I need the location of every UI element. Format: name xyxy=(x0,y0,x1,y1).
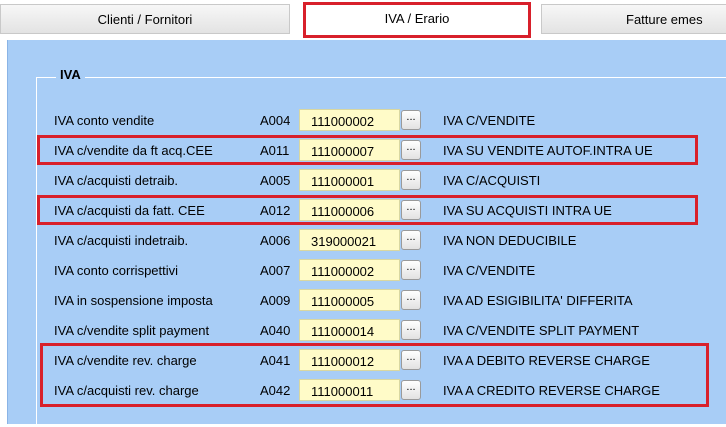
row-description: IVA NON DEDUCIBILE xyxy=(443,233,577,248)
account-field[interactable]: 111000001 xyxy=(299,169,400,191)
row-code: A041 xyxy=(260,353,291,368)
row-iva-acquisti-indetraib: IVA c/acquisti indetraib. A006 319000021… xyxy=(8,229,726,253)
row-iva-split-payment: IVA c/vendite split payment A040 1110000… xyxy=(8,319,726,343)
row-code: A011 xyxy=(260,143,290,158)
tab-clienti-fornitori[interactable]: Clienti / Fornitori xyxy=(0,4,290,34)
row-iva-conto-vendite: IVA conto vendite A004 111000002 ... IVA… xyxy=(8,109,726,133)
row-label: IVA in sospensione imposta xyxy=(54,293,213,308)
row-code: A042 xyxy=(260,383,291,398)
row-code: A012 xyxy=(260,203,291,218)
row-description: IVA C/VENDITE SPLIT PAYMENT xyxy=(443,323,640,338)
row-label: IVA c/vendite rev. charge xyxy=(54,353,197,368)
browse-button[interactable]: ... xyxy=(401,350,421,370)
tab-bar: Clienti / Fornitori IVA / Erario Fatture… xyxy=(0,0,726,40)
row-iva-sospensione-imposta: IVA in sospensione imposta A009 11100000… xyxy=(8,289,726,313)
group-title: IVA xyxy=(56,67,85,82)
row-code: A005 xyxy=(260,173,291,188)
row-description: IVA C/ACQUISTI xyxy=(443,173,541,188)
account-field[interactable]: 111000012 xyxy=(299,349,400,371)
browse-button[interactable]: ... xyxy=(401,140,421,160)
account-field[interactable]: 111000002 xyxy=(299,259,400,281)
row-description: IVA C/VENDITE xyxy=(443,113,536,128)
row-code: A006 xyxy=(260,233,291,248)
row-code: A007 xyxy=(260,263,291,278)
account-field[interactable]: 111000007 xyxy=(299,139,400,161)
browse-button[interactable]: ... xyxy=(401,230,421,250)
browse-button[interactable]: ... xyxy=(401,380,421,400)
row-iva-acquisti-fatt-cee: IVA c/acquisti da fatt. CEE A012 1110000… xyxy=(8,199,726,223)
row-description: IVA A DEBITO REVERSE CHARGE xyxy=(443,353,650,368)
row-description: IVA SU VENDITE AUTOF.INTRA UE xyxy=(443,143,653,158)
row-label: IVA c/acquisti rev. charge xyxy=(54,383,199,398)
row-label: IVA c/acquisti indetraib. xyxy=(54,233,189,248)
browse-button[interactable]: ... xyxy=(401,320,421,340)
tab-fatture-emesse[interactable]: Fatture emes xyxy=(541,4,726,34)
row-iva-conto-corrispettivi: IVA conto corrispettivi A007 111000002 .… xyxy=(8,259,726,283)
row-label: IVA c/acquisti da fatt. CEE xyxy=(54,203,205,218)
row-label: IVA conto vendite xyxy=(54,113,155,128)
row-code: A009 xyxy=(260,293,291,308)
row-label: IVA conto corrispettivi xyxy=(54,263,179,278)
row-label: IVA c/vendite split payment xyxy=(54,323,210,338)
browse-button[interactable]: ... xyxy=(401,260,421,280)
browse-button[interactable]: ... xyxy=(401,290,421,310)
account-field[interactable]: 111000005 xyxy=(299,289,400,311)
tab-iva-erario[interactable]: IVA / Erario xyxy=(303,2,531,38)
account-field[interactable]: 111000011 xyxy=(299,379,400,401)
row-iva-acquisti-rev-charge: IVA c/acquisti rev. charge A042 11100001… xyxy=(8,379,726,403)
account-field[interactable]: 111000006 xyxy=(299,199,400,221)
browse-button[interactable]: ... xyxy=(401,200,421,220)
row-code: A004 xyxy=(260,113,291,128)
row-iva-vendite-rev-charge: IVA c/vendite rev. charge A041 111000012… xyxy=(8,349,726,373)
iva-panel: IVA IVA conto vendite A004 111000002 ...… xyxy=(7,40,726,427)
browse-button[interactable]: ... xyxy=(401,110,421,130)
account-field[interactable]: 111000014 xyxy=(299,319,400,341)
row-iva-vendite-ft-acq-cee: IVA c/vendite da ft acq.CEE A011 1110000… xyxy=(8,139,726,163)
row-description: IVA SU ACQUISTI INTRA UE xyxy=(443,203,612,218)
account-field[interactable]: 319000021 xyxy=(299,229,400,251)
row-description: IVA A CREDITO REVERSE CHARGE xyxy=(443,383,660,398)
row-iva-acquisti-detraib: IVA c/acquisti detraib. A005 111000001 .… xyxy=(8,169,726,193)
browse-button[interactable]: ... xyxy=(401,170,421,190)
row-label: IVA c/acquisti detraib. xyxy=(54,173,179,188)
row-description: IVA C/VENDITE xyxy=(443,263,536,278)
account-field[interactable]: 111000002 xyxy=(299,109,400,131)
row-code: A040 xyxy=(260,323,291,338)
row-description: IVA AD ESIGIBILITA' DIFFERITA xyxy=(443,293,633,308)
row-label: IVA c/vendite da ft acq.CEE xyxy=(54,143,213,158)
